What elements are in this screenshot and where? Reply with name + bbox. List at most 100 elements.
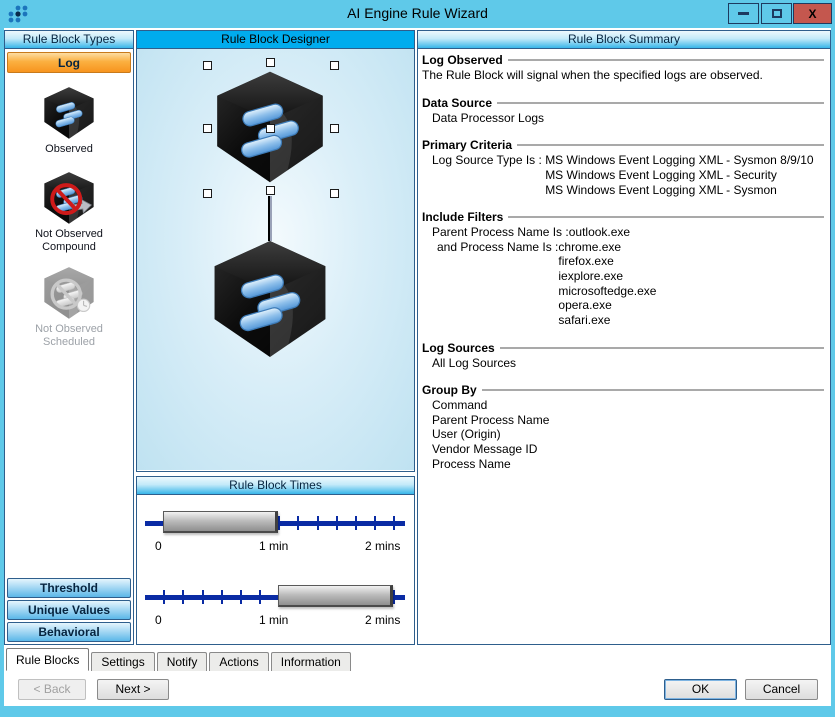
slider-tick (393, 590, 395, 604)
selection-handle[interactable] (330, 124, 339, 133)
rule-block-types-header: Rule Block Types (5, 31, 133, 49)
selection-handle[interactable] (330, 61, 339, 70)
selection-handle[interactable] (266, 186, 275, 195)
slider-tick (374, 516, 376, 530)
maximize-button[interactable] (761, 3, 792, 24)
criteria-label: Log Source Type Is : (432, 153, 545, 197)
criteria-row: Parent Process Name Is :outlook.exe (432, 225, 824, 240)
summary-section-title: Data Source (422, 96, 492, 110)
ok-button[interactable]: OK (664, 679, 737, 700)
selection-handle[interactable] (266, 58, 275, 67)
close-icon: X (808, 7, 816, 21)
slider-label: 0 (155, 613, 162, 627)
cancel-button[interactable]: Cancel (745, 679, 818, 700)
slider-axis-labels: 0 1 min 2 mins (137, 539, 414, 553)
log-category-button[interactable]: Log (7, 52, 131, 73)
rule-block-times-header: Rule Block Times (137, 477, 414, 495)
tab-bar: Rule BlocksSettingsNotifyActionsInformat… (6, 648, 353, 671)
slider-tick (355, 516, 357, 530)
cube-clock-icon (36, 265, 102, 321)
summary-section-body: Log Source Type Is : MS Windows Event Lo… (422, 153, 824, 197)
slider-tick (240, 590, 242, 604)
close-button[interactable]: X (793, 3, 832, 24)
section-divider (508, 216, 824, 219)
summary-line: User (Origin) (432, 427, 824, 442)
tab-settings[interactable]: Settings (91, 652, 154, 671)
category-button-unique-values[interactable]: Unique Values (7, 600, 131, 620)
criteria-label: and Process Name Is : (437, 240, 558, 328)
rule-block-designer-header: Rule Block Designer (137, 31, 414, 49)
category-button-threshold[interactable]: Threshold (7, 578, 131, 598)
selection-handle[interactable] (203, 61, 212, 70)
summary-section-log-sources: Log SourcesAll Log Sources (422, 341, 824, 371)
time-slider-2: 01 min2 mins (137, 579, 414, 635)
back-button[interactable]: < Back (18, 679, 86, 700)
summary-section-log-observed: Log ObservedThe Rule Block will signal w… (422, 53, 824, 83)
time-slider-1: 0 1 min 2 mins (137, 505, 414, 561)
summary-line: Parent Process Name (432, 413, 824, 428)
slider-tick (182, 590, 184, 604)
tab-information[interactable]: Information (271, 652, 351, 671)
selection-handle[interactable] (203, 189, 212, 198)
criteria-value: MS Windows Event Logging XML - Sysmon (545, 183, 813, 198)
summary-section-title: Log Observed (422, 53, 503, 67)
type-observed-item[interactable]: Observed (5, 85, 133, 156)
summary-line: The Rule Block will signal when the spec… (422, 68, 824, 83)
criteria-row: and Process Name Is :chrome.exefirefox.e… (432, 240, 824, 328)
type-not-observed-compound-label: Not ObservedCompound (5, 228, 133, 254)
summary-section-data-source: Data SourceData Processor Logs (422, 96, 824, 126)
summary-line: Command (432, 398, 824, 413)
section-divider (517, 144, 824, 147)
dialog-content: Rule Block Types Log Observed Not Observ… (4, 28, 831, 706)
slider-tick (278, 516, 280, 530)
summary-section-body: Data Processor Logs (422, 111, 824, 126)
designer-canvas[interactable] (137, 49, 414, 470)
rule-block-summary-panel: Rule Block Summary Log ObservedThe Rule … (417, 30, 831, 645)
criteria-values: MS Windows Event Logging XML - Sysmon 8/… (545, 153, 813, 197)
criteria-value: safari.exe (558, 313, 656, 328)
rule-block-2-cube[interactable] (207, 234, 333, 364)
criteria-value: MS Windows Event Logging XML - Security (545, 168, 813, 183)
summary-line: Data Processor Logs (432, 111, 824, 126)
type-not-observed-compound-item[interactable]: Not ObservedCompound (5, 170, 133, 254)
slider-range-handle[interactable] (163, 511, 278, 533)
summary-line: All Log Sources (432, 356, 824, 371)
criteria-value: outlook.exe (569, 225, 630, 240)
slider-tick (336, 516, 338, 530)
slider-tick (163, 590, 165, 604)
type-not-observed-scheduled-item: Not ObservedScheduled (5, 265, 133, 349)
slider-tick (259, 590, 261, 604)
summary-section-body: CommandParent Process NameUser (Origin)V… (422, 398, 824, 471)
criteria-label: Parent Process Name Is : (432, 225, 569, 240)
section-divider (508, 59, 824, 62)
selection-handle[interactable] (330, 189, 339, 198)
slider-range-handle[interactable] (278, 585, 393, 607)
selection-handle[interactable] (266, 124, 275, 133)
criteria-values: chrome.exefirefox.exeiexplore.exemicroso… (558, 240, 656, 328)
title-bar: AI Engine Rule Wizard X (0, 0, 835, 28)
criteria-row: Log Source Type Is : MS Windows Event Lo… (432, 153, 824, 197)
slider-tick (317, 516, 319, 530)
rule-block-summary-header: Rule Block Summary (418, 31, 830, 49)
summary-section-title: Group By (422, 383, 477, 397)
slider-label: 2 mins (365, 613, 400, 627)
slider-tick (297, 516, 299, 530)
criteria-value: opera.exe (558, 298, 656, 313)
criteria-values: outlook.exe (569, 225, 630, 240)
tab-rule-blocks[interactable]: Rule Blocks (6, 648, 89, 671)
tab-notify[interactable]: Notify (157, 652, 208, 671)
rule-block-times-panel: Rule Block Times 01 min2 mins01 min2 min… (136, 476, 415, 645)
slider-tick (393, 516, 395, 530)
summary-section-body: The Rule Block will signal when the spec… (422, 68, 824, 83)
slider-label: 2 mins (365, 539, 400, 553)
minimize-button[interactable] (728, 3, 759, 24)
tab-actions[interactable]: Actions (209, 652, 268, 671)
cube-prohibited-icon (36, 170, 102, 226)
slider-label: 1 min (259, 539, 288, 553)
slider-label: 0 (155, 539, 162, 553)
next-button[interactable]: Next > (97, 679, 169, 700)
rule-block-designer-panel: Rule Block Designer (136, 30, 415, 472)
summary-section-body: All Log Sources (422, 356, 824, 371)
selection-handle[interactable] (203, 124, 212, 133)
category-button-behavioral[interactable]: Behavioral (7, 622, 131, 642)
